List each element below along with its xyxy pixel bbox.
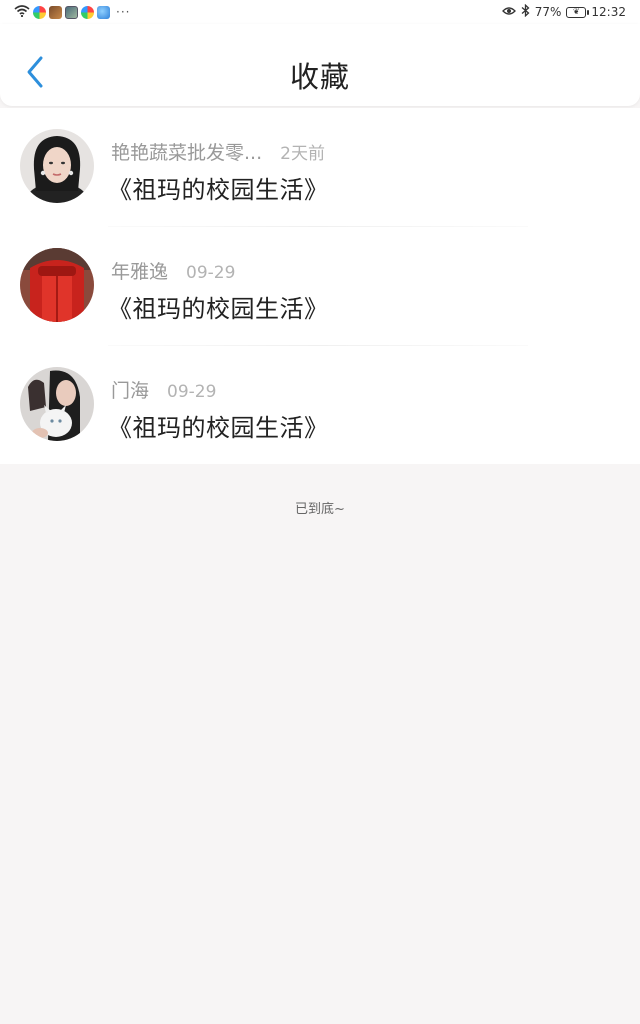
gallery-app-icon [65,5,78,19]
author-name: 门海 [111,380,150,402]
battery-percent: 77% [534,5,562,19]
avatar [20,248,94,322]
top-navigation-bar: 收藏 [0,24,640,106]
status-bar-right: 77% ❦ 12:32 [501,3,626,20]
author-name: 艳艳蔬菜批发零... [111,142,263,164]
end-of-list-text: 已到底~ [295,502,345,517]
favorites-list: 艳艳蔬菜批发零... 2天前 《祖玛的校园生活》 年雅逸 09-29 《祖玛的校… [0,108,640,464]
book-title: 《祖玛的校园生活》 [108,176,329,204]
timestamp: 09-29 [186,263,236,283]
book-title: 《祖玛的校园生活》 [108,414,329,442]
clock: 12:32 [591,5,626,19]
battery-icon: ❦ [566,6,590,18]
photo-app-icon [49,5,62,19]
colorful-app-icon [33,5,46,19]
screen: ··· 77% ❦ 12:32 收藏 艳艳蔬菜批发零... 2天前 《祖玛的校园… [0,0,640,1024]
timestamp: 09-29 [167,382,217,402]
eye-icon [501,5,516,19]
item-meta: 艳艳蔬菜批发零... 2天前 [111,138,325,165]
colorful-app-icon [81,5,94,19]
favorite-item[interactable]: 年雅逸 09-29 《祖玛的校园生活》 [0,227,640,346]
blue-app-icon [97,5,110,19]
item-meta: 门海 09-29 [111,376,216,403]
more-notifications-indicator: ··· [116,5,131,19]
page-title: 收藏 [289,60,350,94]
avatar [20,367,94,441]
bluetooth-icon [521,3,530,20]
status-bar-left: ··· [14,4,131,20]
item-meta: 年雅逸 09-29 [111,257,235,284]
avatar [20,129,94,203]
wifi-icon [14,4,30,20]
favorite-item[interactable]: 艳艳蔬菜批发零... 2天前 《祖玛的校园生活》 [0,108,640,227]
author-name: 年雅逸 [111,261,169,283]
timestamp: 2天前 [280,144,325,164]
status-bar: ··· 77% ❦ 12:32 [0,0,640,24]
favorite-item[interactable]: 门海 09-29 《祖玛的校园生活》 [0,346,640,465]
book-title: 《祖玛的校园生活》 [108,295,329,323]
